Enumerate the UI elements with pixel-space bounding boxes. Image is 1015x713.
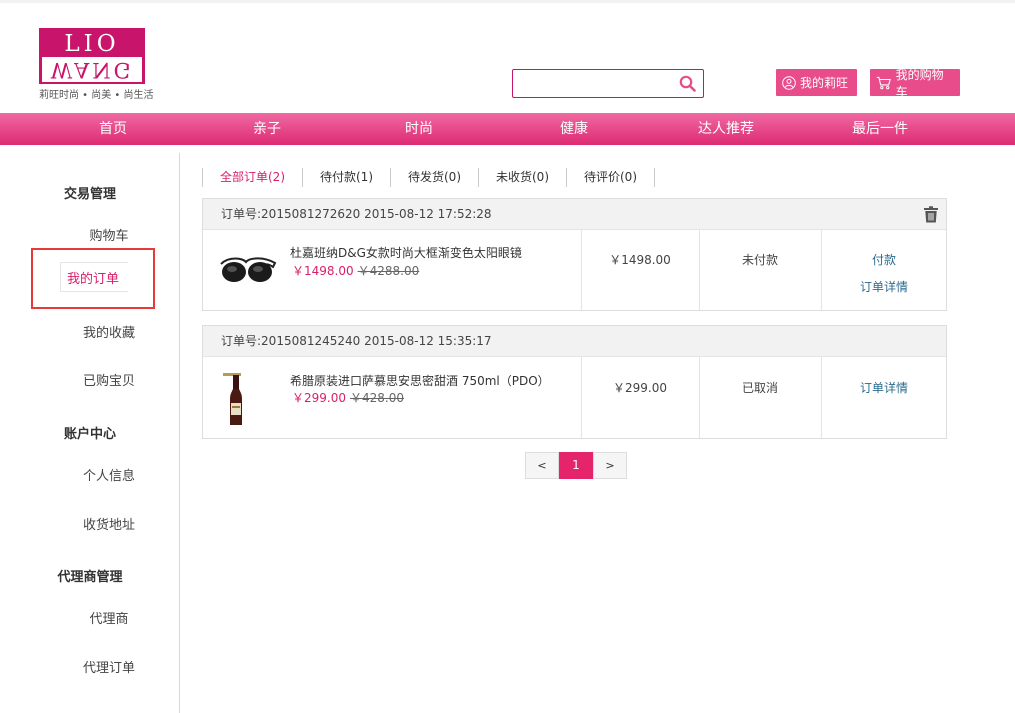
my-cart-label: 我的购物车: [895, 67, 944, 99]
order-card: 订单号:2015081245240 2015-08-12 15:35:17 希腊…: [202, 325, 947, 439]
column-divider: [581, 357, 582, 438]
sidebar-highlight-box: 我的订单: [31, 248, 155, 309]
sidebar-section-trade: 交易管理: [63, 187, 116, 202]
tab-all-orders[interactable]: 全部订单(2): [202, 168, 302, 187]
sidebar-item-my-orders[interactable]: 我的订单: [33, 268, 153, 287]
wine-bottle-image[interactable]: [221, 369, 249, 427]
order-detail-link[interactable]: 订单详情: [821, 379, 947, 396]
user-icon: [782, 75, 796, 90]
nav-item-home[interactable]: 首页: [53, 113, 173, 145]
order-header: 订单号:2015081272620 2015-08-12 17:52:28: [203, 199, 946, 230]
sidebar-item-purchased[interactable]: 已购宝贝: [0, 370, 218, 389]
order-row: 杜嘉班纳D&G女款时尚大框渐变色太阳眼镜 ￥1498.00 ￥4288.00 ￥1…: [203, 230, 946, 310]
column-divider: [581, 230, 582, 310]
order-number: 订单号:2015081272620 2015-08-12 17:52:28: [221, 207, 492, 221]
order-number: 订单号:2015081245240 2015-08-12 15:35:17: [221, 334, 492, 348]
price-now: ￥1498.00: [292, 264, 354, 278]
tab-pending-review[interactable]: 待评价(0): [566, 168, 655, 187]
top-border: [0, 0, 1015, 3]
nav-item-recommend[interactable]: 达人推荐: [666, 113, 786, 145]
next-page-button[interactable]: >: [593, 452, 627, 479]
sidebar-section-account: 账户中心: [63, 427, 116, 442]
main-nav: 首页 亲子 时尚 健康 达人推荐 最后一件: [0, 113, 1015, 145]
search-icon[interactable]: [679, 75, 696, 92]
search-box: [512, 69, 704, 98]
sidebar-item-agent[interactable]: 代理商: [0, 608, 218, 627]
column-divider: [821, 230, 822, 310]
nav-item-fashion[interactable]: 时尚: [359, 113, 479, 145]
logo-text-bottom: WANG: [42, 57, 142, 82]
product-price: ￥1498.00 ￥4288.00: [292, 262, 419, 279]
my-account-button[interactable]: 我的莉旺: [776, 69, 857, 96]
sidebar-item-address[interactable]: 收货地址: [0, 514, 218, 533]
order-total: ￥299.00: [613, 381, 667, 395]
price-now: ￥299.00: [292, 391, 346, 405]
sidebar-item-favorites[interactable]: 我的收藏: [0, 322, 218, 341]
logo-tagline: 莉旺时尚 • 尚美 • 尚生活: [39, 90, 154, 101]
order-status: 未付款: [741, 253, 778, 267]
logo-mark: LIO WANG: [39, 28, 145, 84]
sidebar-item-profile[interactable]: 个人信息: [0, 465, 218, 484]
order-status: 已取消: [741, 381, 778, 395]
order-card: 订单号:2015081272620 2015-08-12 17:52:28 杜嘉…: [202, 198, 947, 311]
order-total: ￥1498.00: [609, 253, 671, 267]
sunglasses-image[interactable]: [219, 254, 277, 290]
search-input[interactable]: [513, 70, 673, 97]
order-row: 希腊原装进口萨慕思安思密甜酒 750ml（PDO） ￥299.00 ￥428.00…: [203, 357, 946, 438]
column-divider: [699, 357, 700, 438]
sidebar-item-cart[interactable]: 购物车: [0, 225, 218, 244]
sidebar-item-agent-orders[interactable]: 代理订单: [0, 657, 218, 676]
column-divider: [821, 357, 822, 438]
sidebar-section-agent: 代理商管理: [57, 570, 123, 585]
order-detail-link[interactable]: 订单详情: [821, 278, 947, 295]
pagination: < 1 >: [525, 452, 627, 479]
order-header: 订单号:2015081245240 2015-08-12 15:35:17: [203, 326, 946, 357]
product-name[interactable]: 杜嘉班纳D&G女款时尚大框渐变色太阳眼镜: [290, 244, 522, 261]
page-1-button[interactable]: 1: [559, 452, 593, 479]
prev-page-button[interactable]: <: [525, 452, 559, 479]
tab-pending-shipment[interactable]: 待发货(0): [390, 168, 478, 187]
logo-text-top: LIO: [40, 29, 144, 57]
sidebar: 交易管理 购物车 我的收藏 已购宝贝 账户中心 个人信息 收货地址 代理商管理 …: [0, 153, 180, 713]
product-price: ￥299.00 ￥428.00: [292, 389, 404, 406]
my-account-label: 我的莉旺: [800, 76, 849, 90]
price-old: ￥428.00: [350, 391, 404, 405]
cart-icon: [876, 76, 891, 89]
product-name[interactable]: 希腊原装进口萨慕思安思密甜酒 750ml（PDO）: [290, 372, 550, 389]
nav-item-last-one[interactable]: 最后一件: [820, 113, 940, 145]
order-tabs: 全部订单(2) 待付款(1) 待发货(0) 未收货(0) 待评价(0): [202, 168, 655, 187]
nav-item-health[interactable]: 健康: [514, 113, 634, 145]
pay-link[interactable]: 付款: [821, 251, 947, 268]
site-logo[interactable]: LIO WANG 莉旺时尚 • 尚美 • 尚生活: [39, 28, 154, 101]
my-cart-button[interactable]: 我的购物车: [870, 68, 960, 99]
trash-icon[interactable]: [923, 206, 939, 223]
price-old: ￥4288.00: [357, 264, 420, 278]
tab-not-received[interactable]: 未收货(0): [478, 168, 566, 187]
column-divider: [699, 230, 700, 310]
tab-pending-payment[interactable]: 待付款(1): [302, 168, 390, 187]
nav-item-parenting[interactable]: 亲子: [207, 113, 327, 145]
